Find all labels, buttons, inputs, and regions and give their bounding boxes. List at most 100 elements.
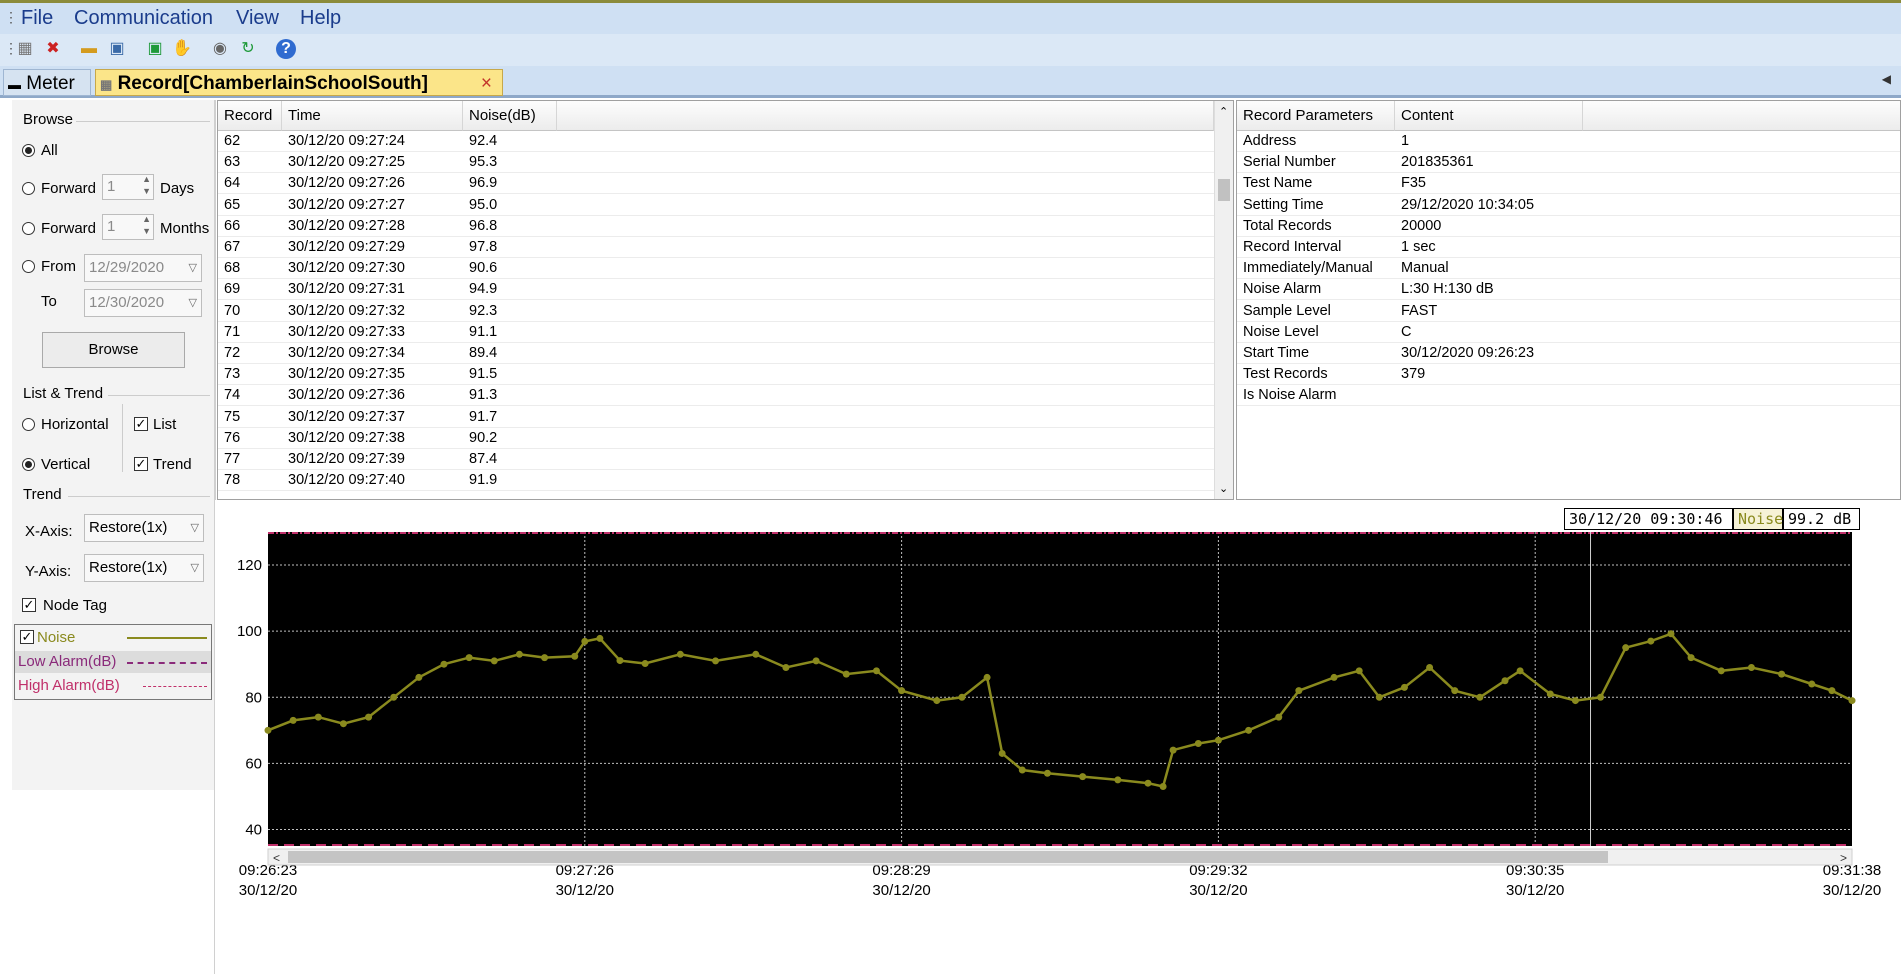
table-row[interactable]: 67 30/12/20 09:27:29 97.8 bbox=[218, 237, 1214, 258]
help-icon[interactable]: ? bbox=[276, 39, 296, 59]
parameter-row[interactable]: Immediately/Manual Manual bbox=[1237, 258, 1900, 280]
table-row[interactable]: 76 30/12/20 09:27:38 90.2 bbox=[218, 428, 1214, 449]
parameter-row[interactable]: Noise Level C bbox=[1237, 322, 1900, 343]
tab-record[interactable]: ▦ Record[ChamberlainSchoolSouth] × bbox=[95, 69, 503, 96]
menu-communication[interactable]: Communication bbox=[74, 7, 213, 30]
parameter-row[interactable]: Is Noise Alarm bbox=[1237, 385, 1900, 407]
settings-icon[interactable]: ◉ bbox=[210, 39, 230, 59]
time-cell: 30/12/20 09:27:31 bbox=[288, 281, 405, 298]
spin-arrows-icon[interactable]: ▲ ▼ bbox=[142, 173, 151, 197]
scroll-down-icon[interactable]: ⌄ bbox=[1219, 482, 1228, 495]
refresh-icon[interactable]: ↻ bbox=[238, 39, 258, 59]
radio-vertical[interactable] bbox=[22, 458, 35, 471]
table-row[interactable]: 74 30/12/20 09:27:36 91.3 bbox=[218, 385, 1214, 407]
noise-data-point bbox=[641, 660, 649, 668]
noise-data-point bbox=[958, 693, 966, 701]
from-date-picker[interactable]: 12/29/2020 ▽ bbox=[84, 254, 202, 282]
parameter-row[interactable]: Address 1 bbox=[1237, 131, 1900, 152]
parameter-name-cell: Sample Level bbox=[1243, 302, 1331, 319]
new-record-icon[interactable]: ▦ bbox=[15, 39, 35, 59]
noise-cell: 92.4 bbox=[469, 133, 498, 149]
open-folder-icon[interactable]: ▬ bbox=[79, 39, 99, 59]
menu-help[interactable]: Help bbox=[300, 7, 341, 30]
xaxis-zoom-select[interactable]: Restore(1x) ▽ bbox=[84, 514, 204, 542]
to-date-picker[interactable]: 12/30/2020 ▽ bbox=[84, 289, 202, 317]
table-row[interactable]: 75 30/12/20 09:27:37 91.7 bbox=[218, 407, 1214, 428]
parameter-row[interactable]: Setting Time 29/12/2020 10:34:05 bbox=[1237, 195, 1900, 216]
forward-days-stepper[interactable]: 1 ▲ ▼ bbox=[102, 174, 154, 200]
menu-file[interactable]: File bbox=[21, 7, 53, 30]
column-header-noise[interactable]: Noise(dB) bbox=[463, 101, 557, 131]
tab-meter[interactable]: ▬ Meter bbox=[3, 69, 91, 96]
trend-chart-svg[interactable]: 40608010012009:26:2330/12/2009:27:2630/1… bbox=[215, 500, 1901, 974]
delete-record-icon[interactable]: ✖ bbox=[43, 39, 63, 59]
table-row[interactable]: 62 30/12/20 09:27:24 92.4 bbox=[218, 131, 1214, 152]
column-header-content[interactable]: Content bbox=[1395, 101, 1583, 131]
browse-button[interactable]: Browse bbox=[42, 332, 185, 368]
noise-data-point bbox=[752, 650, 760, 658]
yaxis-zoom-select[interactable]: Restore(1x) ▽ bbox=[84, 554, 204, 582]
column-header-record[interactable]: Record bbox=[218, 101, 282, 131]
list-checkbox[interactable]: ✓ bbox=[134, 417, 148, 431]
trend-checkbox[interactable]: ✓ bbox=[134, 457, 148, 471]
table-row[interactable]: 63 30/12/20 09:27:25 95.3 bbox=[218, 152, 1214, 174]
noise-data-point bbox=[1114, 776, 1122, 784]
records-scrollbar[interactable]: ⌃ ⌄ bbox=[1214, 101, 1233, 499]
table-row[interactable]: 73 30/12/20 09:27:35 91.5 bbox=[218, 364, 1214, 386]
save-icon[interactable]: ▣ bbox=[107, 39, 127, 59]
noise-data-point bbox=[581, 637, 589, 645]
node-tag-checkbox[interactable]: ✓ bbox=[22, 598, 36, 612]
table-row[interactable]: 64 30/12/20 09:27:26 96.9 bbox=[218, 173, 1214, 195]
column-header-parameters[interactable]: Record Parameters bbox=[1237, 101, 1395, 131]
noise-cell: 90.6 bbox=[469, 260, 498, 277]
radio-horizontal[interactable] bbox=[22, 418, 35, 431]
table-row[interactable]: 71 30/12/20 09:27:33 91.1 bbox=[218, 322, 1214, 343]
table-row[interactable]: 77 30/12/20 09:27:39 87.4 bbox=[218, 449, 1214, 470]
table-row[interactable]: 68 30/12/20 09:27:30 90.6 bbox=[218, 258, 1214, 280]
export-icon[interactable]: ▣ bbox=[145, 39, 165, 59]
tab-scroll-left-icon[interactable]: ◀ bbox=[1882, 72, 1891, 86]
table-row[interactable]: 72 30/12/20 09:27:34 89.4 bbox=[218, 343, 1214, 364]
chart-scrollbar-thumb bbox=[288, 851, 1608, 863]
close-tab-icon[interactable]: × bbox=[481, 70, 492, 97]
parameter-row[interactable]: Noise Alarm L:30 H:130 dB bbox=[1237, 279, 1900, 301]
forward-months-stepper[interactable]: 1 ▲ ▼ bbox=[102, 214, 154, 240]
radio-forward-months[interactable] bbox=[22, 222, 35, 235]
noise-series-checkbox[interactable]: ✓ bbox=[20, 630, 34, 644]
parameter-row[interactable]: Sample Level FAST bbox=[1237, 301, 1900, 322]
legend-high-alarm-label: High Alarm(dB) bbox=[18, 677, 120, 694]
tab-record-label: Record[ChamberlainSchoolSouth] bbox=[117, 73, 428, 94]
time-cell: 30/12/20 09:27:37 bbox=[288, 408, 405, 425]
noise-data-point bbox=[465, 654, 473, 662]
table-row[interactable]: 65 30/12/20 09:27:27 95.0 bbox=[218, 195, 1214, 216]
import-icon[interactable]: ✋ bbox=[172, 39, 192, 59]
table-row[interactable]: 69 30/12/20 09:27:31 94.9 bbox=[218, 279, 1214, 301]
noise-data-point bbox=[571, 652, 579, 660]
noise-data-point bbox=[1426, 664, 1434, 672]
noise-data-point bbox=[616, 657, 624, 665]
radio-all[interactable] bbox=[22, 144, 35, 157]
parameter-row[interactable]: Total Records 20000 bbox=[1237, 216, 1900, 237]
parameter-row[interactable]: Test Name F35 bbox=[1237, 173, 1900, 195]
parameter-row[interactable]: Serial Number 201835361 bbox=[1237, 152, 1900, 174]
column-header-time[interactable]: Time bbox=[282, 101, 463, 131]
radio-from[interactable] bbox=[22, 260, 35, 273]
parameter-row[interactable]: Test Records 379 bbox=[1237, 364, 1900, 386]
table-row[interactable]: 78 30/12/20 09:27:40 91.9 bbox=[218, 470, 1214, 492]
x-tick-date-label: 30/12/20 bbox=[1506, 882, 1564, 899]
time-cell: 30/12/20 09:27:40 bbox=[288, 472, 405, 489]
noise-data-point bbox=[1169, 746, 1177, 754]
noise-data-point bbox=[339, 720, 347, 728]
table-row[interactable]: 70 30/12/20 09:27:32 92.3 bbox=[218, 301, 1214, 322]
menu-view[interactable]: View bbox=[236, 7, 279, 30]
spin-arrows-icon[interactable]: ▲ ▼ bbox=[142, 213, 151, 237]
parameter-row[interactable]: Record Interval 1 sec bbox=[1237, 237, 1900, 258]
scroll-up-icon[interactable]: ⌃ bbox=[1219, 105, 1228, 118]
radio-vertical-label: Vertical bbox=[41, 456, 91, 473]
parameter-row[interactable]: Start Time 30/12/2020 09:26:23 bbox=[1237, 343, 1900, 364]
browse-group-label: Browse bbox=[23, 111, 74, 128]
scrollbar-thumb[interactable] bbox=[1218, 179, 1230, 201]
table-row[interactable]: 66 30/12/20 09:27:28 96.8 bbox=[218, 216, 1214, 237]
radio-forward-days[interactable] bbox=[22, 182, 35, 195]
time-cell: 30/12/20 09:27:28 bbox=[288, 217, 405, 234]
